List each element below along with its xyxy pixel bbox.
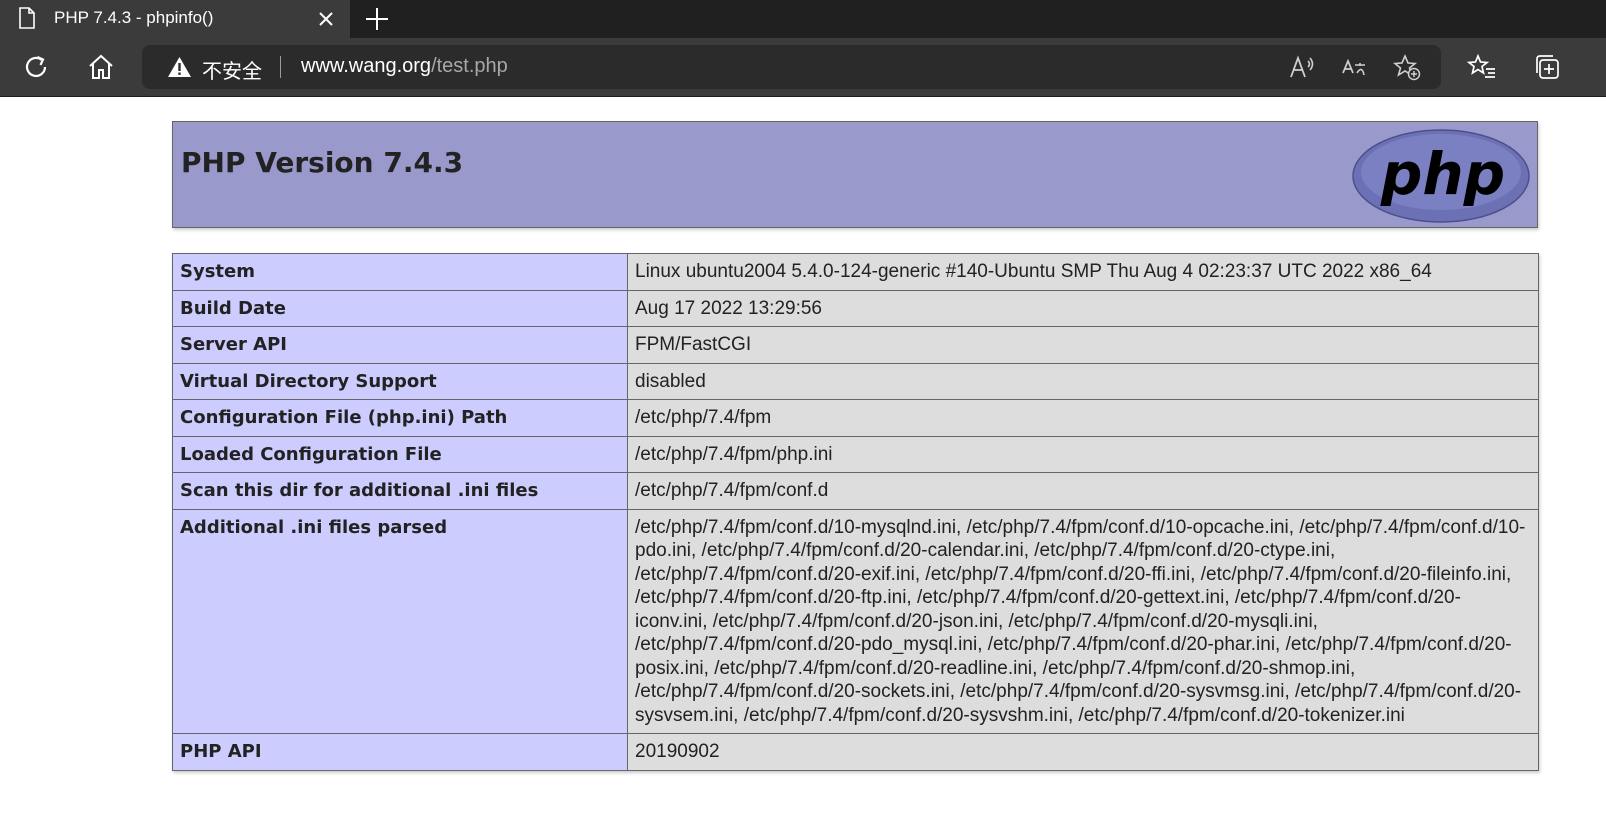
url-host: www.wang.org xyxy=(301,55,432,77)
add-favorite-icon[interactable] xyxy=(1393,53,1421,81)
row-value: /etc/php/7.4/fpm/conf.d/10-mysqlnd.ini, … xyxy=(627,508,1539,734)
row-label: Additional .ini files parsed xyxy=(172,508,628,734)
tab-bar: PHP 7.4.3 - phpinfo() xyxy=(0,0,1606,38)
table-row: PHP API 20190902 xyxy=(172,733,1539,771)
security-status[interactable]: 不安全 xyxy=(202,55,262,84)
table-row: Build Date Aug 17 2022 13:29:56 xyxy=(172,289,1539,327)
table-row: System Linux ubuntu2004 5.4.0-124-generic… xyxy=(172,253,1539,291)
page-content: PHP Version 7.4.3 php System Linux ubuntu… xyxy=(0,97,1606,834)
row-value: Linux ubuntu2004 5.4.0-124-generic #140-… xyxy=(627,253,1539,291)
page-icon xyxy=(19,7,35,29)
url-text[interactable]: www.wang.org/test.php xyxy=(301,55,508,78)
read-aloud-icon[interactable] xyxy=(1288,53,1316,81)
row-value: Aug 17 2022 13:29:56 xyxy=(627,289,1539,327)
svg-text:php: php xyxy=(1380,140,1505,208)
page-title: PHP Version 7.4.3 xyxy=(181,146,464,179)
row-value: /etc/php/7.4/fpm/php.ini xyxy=(627,435,1539,473)
table-row: Scan this dir for additional .ini files /… xyxy=(172,472,1539,510)
row-label: Configuration File (php.ini) Path xyxy=(172,399,628,437)
table-row: Additional .ini files parsed/etc/php/7.4… xyxy=(172,508,1539,734)
table-row: Loaded Configuration File/etc/php/7.4/fp… xyxy=(172,435,1539,473)
php-header: PHP Version 7.4.3 php xyxy=(172,121,1538,228)
row-value: FPM/FastCGI xyxy=(627,326,1539,364)
warning-icon[interactable] xyxy=(167,56,192,78)
php-logo: php xyxy=(1352,129,1530,223)
close-tab-icon[interactable] xyxy=(316,9,336,29)
row-value: /etc/php/7.4/fpm xyxy=(627,399,1539,437)
browser-toolbar: 不安全 www.wang.org/test.php xyxy=(0,38,1606,97)
favorites-icon[interactable] xyxy=(1467,52,1497,82)
row-label: Scan this dir for additional .ini files xyxy=(172,472,628,510)
table-row: Virtual Directory Support disabled xyxy=(172,362,1539,400)
url-path: /test.php xyxy=(431,55,508,77)
row-label: Virtual Directory Support xyxy=(172,362,628,400)
row-label: System xyxy=(172,253,628,291)
translate-icon[interactable] xyxy=(1340,53,1368,81)
address-bar[interactable]: 不安全 www.wang.org/test.php xyxy=(142,45,1441,89)
home-icon[interactable] xyxy=(86,52,116,82)
row-label: PHP API xyxy=(172,733,628,771)
address-divider xyxy=(280,56,281,78)
browser-tab[interactable]: PHP 7.4.3 - phpinfo() xyxy=(0,0,350,38)
row-label: Build Date xyxy=(172,289,628,327)
refresh-icon[interactable] xyxy=(21,52,51,82)
info-table: System Linux ubuntu2004 5.4.0-124-generic… xyxy=(172,253,1539,771)
row-label: Loaded Configuration File xyxy=(172,435,628,473)
row-value: /etc/php/7.4/fpm/conf.d xyxy=(627,472,1539,510)
row-value: 20190902 xyxy=(627,733,1539,771)
new-tab-icon[interactable] xyxy=(363,5,391,33)
tab-title: PHP 7.4.3 - phpinfo() xyxy=(54,8,214,27)
row-label: Server API xyxy=(172,326,628,364)
table-row: Configuration File (php.ini) Path/etc/ph… xyxy=(172,399,1539,437)
row-value: disabled xyxy=(627,362,1539,400)
collections-icon[interactable] xyxy=(1532,52,1562,82)
table-row: Server API FPM/FastCGI xyxy=(172,326,1539,364)
